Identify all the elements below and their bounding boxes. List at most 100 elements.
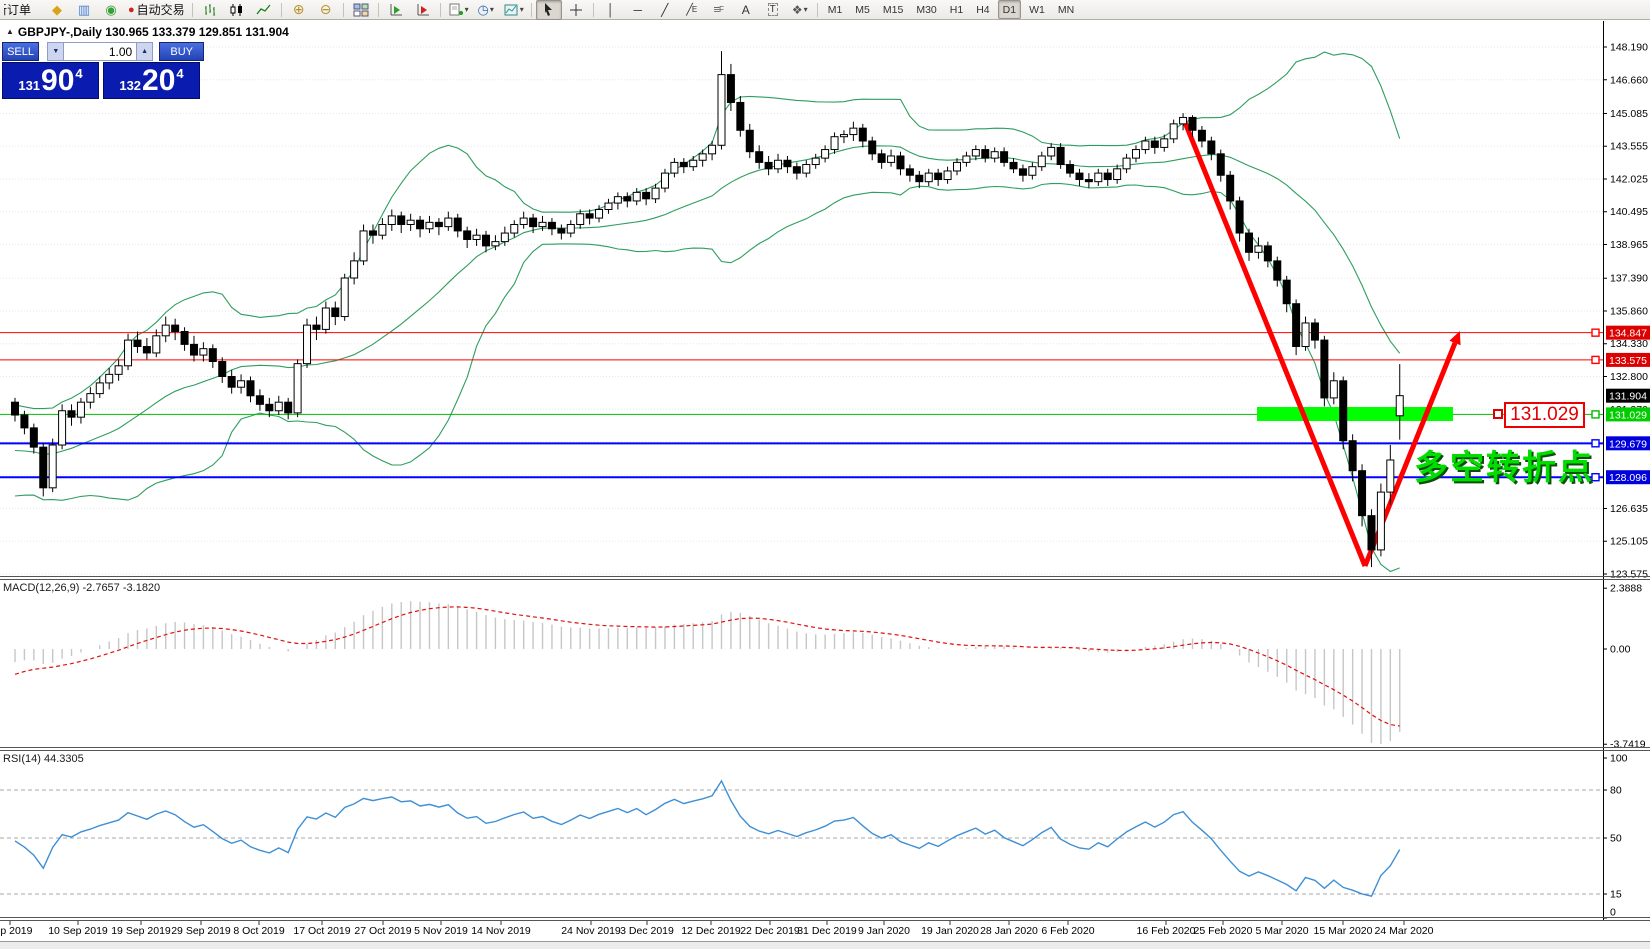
profiles-button-dropdown-caret[interactable]: ▾ <box>490 5 494 14</box>
macd-indicator-label: MACD(12,26,9) -2.7657 -3.1820 <box>3 582 160 594</box>
one-click-collapse-arrow-icon[interactable]: ▲ <box>6 27 14 36</box>
date-label: 5 Nov 2019 <box>414 925 468 937</box>
toolbar-separator <box>343 3 344 17</box>
horizontal-line-tool[interactable]: ─ <box>625 0 651 20</box>
timeframe-button-m15[interactable]: M15 <box>878 0 908 19</box>
buy-price-button[interactable]: 132 20 4 <box>103 62 200 99</box>
timeframe-button-m30[interactable]: M30 <box>911 0 941 19</box>
svg-text:143.555: 143.555 <box>1610 141 1648 153</box>
toolbar-separator <box>378 3 379 17</box>
svg-text:80: 80 <box>1610 785 1622 797</box>
volume-increase-button[interactable]: ▲ <box>136 42 153 61</box>
toolbar-separator <box>531 3 532 17</box>
svg-text:0.00: 0.00 <box>1610 644 1631 656</box>
svg-text:126.635: 126.635 <box>1610 503 1648 515</box>
zoom-in-icon[interactable]: ⊕ <box>286 0 312 20</box>
svg-text:2.3888: 2.3888 <box>1610 583 1642 595</box>
auto-scroll-icon[interactable] <box>383 0 409 20</box>
line-chart-icon[interactable] <box>251 0 277 20</box>
svg-text:145.085: 145.085 <box>1610 108 1648 120</box>
svg-text:100: 100 <box>1610 753 1628 765</box>
date-label: 28 Jan 2020 <box>980 925 1038 937</box>
rsi-pane: 1008050150 <box>0 753 1628 919</box>
date-label: 22 Dec 2019 <box>740 925 800 937</box>
timeframe-button-h1[interactable]: H1 <box>945 0 968 19</box>
templates-button[interactable]: ▾ <box>500 0 527 20</box>
timeframe-button-w1[interactable]: W1 <box>1024 0 1050 19</box>
horizontal-level-lines <box>0 329 1603 481</box>
fibonacci-tool[interactable]: ≡F <box>706 0 732 20</box>
date-label: 12 Dec 2019 <box>681 925 741 937</box>
tile-windows-icon[interactable] <box>348 0 374 20</box>
date-label: 3 Dec 2019 <box>620 925 674 937</box>
one-click-trading-panel: SELL ▼ ▲ BUY 131 90 4 132 20 4 <box>2 42 204 99</box>
price-badge-128.096: 128.096 <box>1609 472 1647 484</box>
sell-price-button[interactable]: 131 90 4 <box>2 62 99 99</box>
volume-decrease-button[interactable]: ▼ <box>47 42 64 61</box>
price-badge-131.904: 131.904 <box>1609 391 1647 403</box>
timeframe-button-mn[interactable]: MN <box>1053 0 1079 19</box>
date-label: 9 Jan 2020 <box>858 925 910 937</box>
date-label: 10 Sep 2019 <box>48 925 108 937</box>
price-callout-box[interactable]: 131.029 <box>1504 402 1585 428</box>
sell-price-small: 131 <box>18 78 40 93</box>
new-chart-button-dropdown-caret[interactable]: ▾ <box>465 5 469 14</box>
date-label: Sep 2019 <box>0 925 33 937</box>
macd-value-signal: -3.1820 <box>123 582 160 594</box>
timeframe-button-d1[interactable]: D1 <box>998 0 1021 19</box>
date-label: 24 Mar 2020 <box>1375 925 1434 937</box>
templates-button-dropdown-caret[interactable]: ▾ <box>520 5 524 14</box>
timeframe-button-m1[interactable]: M1 <box>823 0 848 19</box>
annotation-text-reversal-point[interactable]: 多空转折点 <box>1414 440 1594 489</box>
channel-tool[interactable]: ╱E <box>679 0 705 20</box>
trend-arrow-line <box>1184 120 1365 566</box>
svg-text:132.800: 132.800 <box>1610 371 1648 383</box>
date-label: 27 Oct 2019 <box>354 925 411 937</box>
svg-text:123.575: 123.575 <box>1610 569 1648 581</box>
data-window-icon[interactable]: ▥ <box>71 0 97 20</box>
buy-price-small: 132 <box>119 78 141 93</box>
date-label: 15 Mar 2020 <box>1314 925 1373 937</box>
new-order-button[interactable]: 新订单 <box>1 0 43 20</box>
cursor-tool[interactable] <box>536 0 562 20</box>
chart-canvas: 148.190146.660145.085143.555142.025140.4… <box>0 21 1650 949</box>
price-badge-131.029: 131.029 <box>1609 409 1647 421</box>
volume-input[interactable] <box>64 42 136 61</box>
price-badge-134.847: 134.847 <box>1609 328 1647 340</box>
zoom-out-icon[interactable]: ⊖ <box>313 0 339 20</box>
market-watch-icon[interactable]: ◆ <box>44 0 70 20</box>
trendline-tool[interactable]: ╱ <box>652 0 678 20</box>
timeframe-button-m5[interactable]: M5 <box>850 0 875 19</box>
arrows-tool-dropdown-caret[interactable]: ▾ <box>804 5 808 14</box>
date-label: 19 Sep 2019 <box>111 925 171 937</box>
crosshair-tool[interactable] <box>563 0 589 20</box>
svg-text:125.105: 125.105 <box>1610 536 1648 548</box>
toolbar: 新订单◆▥◉●自动交易⊕⊖▾◷▾▾│─╱╱E≡FAT❖▾M1M5M15M30H1… <box>0 0 1650 20</box>
callout-anchor-handle[interactable] <box>1493 409 1503 419</box>
svg-text:135.860: 135.860 <box>1610 305 1648 317</box>
timeframe-button-h4[interactable]: H4 <box>971 0 994 19</box>
window-bottom-strip <box>0 941 1650 949</box>
macd-pane: 2.38880.00-3.7419 <box>15 583 1646 751</box>
text-tool[interactable]: A <box>733 0 759 20</box>
arrows-tool[interactable]: ❖▾ <box>787 0 813 20</box>
candlestick-chart-icon[interactable] <box>224 0 250 20</box>
sell-price-sup: 4 <box>75 66 82 81</box>
autotrading-button[interactable]: ●自动交易 <box>125 0 188 20</box>
profiles-button[interactable]: ◷▾ <box>473 0 499 20</box>
autotrading-icon: ● <box>128 4 135 16</box>
buy-button[interactable]: BUY <box>159 42 204 61</box>
new-chart-button[interactable]: ▾ <box>445 0 472 20</box>
date-label: 17 Oct 2019 <box>293 925 350 937</box>
signal-center-icon[interactable]: ◉ <box>98 0 124 20</box>
svg-text:50: 50 <box>1610 833 1622 845</box>
sell-button[interactable]: SELL <box>2 42 39 61</box>
sell-price-big: 90 <box>41 66 74 96</box>
vertical-line-tool[interactable]: │ <box>598 0 624 20</box>
date-label: 6 Feb 2020 <box>1041 925 1094 937</box>
toolbar-separator <box>440 3 441 17</box>
bar-chart-icon[interactable] <box>197 0 223 20</box>
date-label: 8 Oct 2019 <box>233 925 285 937</box>
text-label-tool[interactable]: T <box>760 0 786 20</box>
chart-shift-icon[interactable] <box>410 0 436 20</box>
